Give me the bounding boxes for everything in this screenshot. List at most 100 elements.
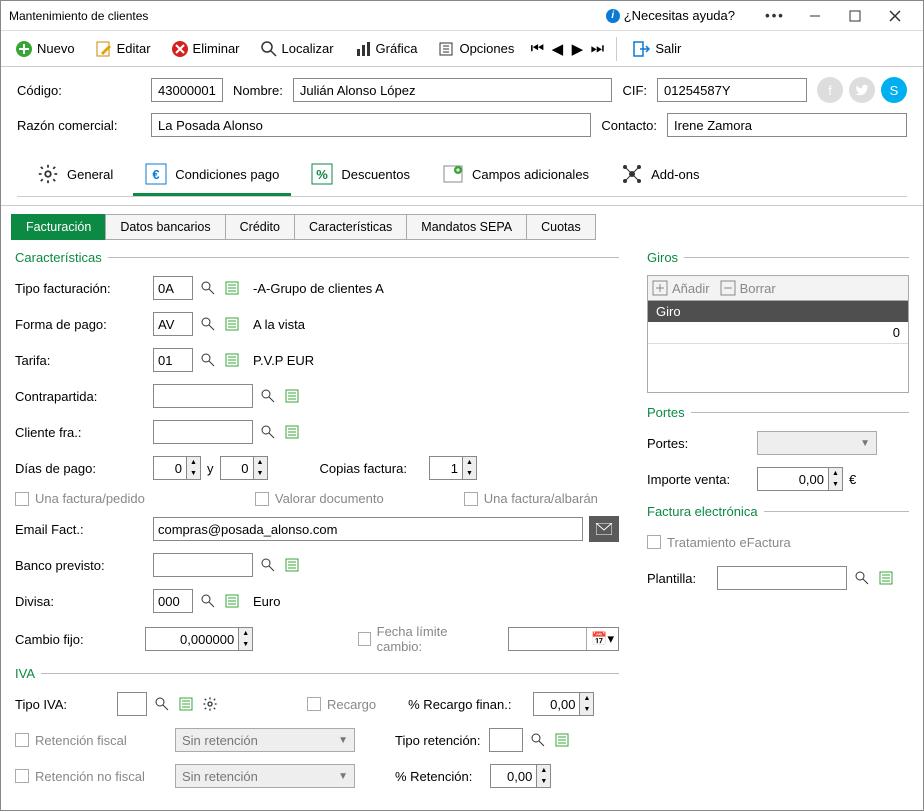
calendar-icon[interactable]: 📅▾ bbox=[586, 628, 618, 650]
cambio-fijo-input[interactable]: ▲▼ bbox=[145, 627, 253, 651]
minimize-button[interactable] bbox=[795, 2, 835, 30]
copias-input[interactable]: ▲▼ bbox=[429, 456, 477, 480]
plantilla-label: Plantilla: bbox=[647, 571, 717, 586]
note-icon[interactable] bbox=[223, 592, 241, 610]
contacto-input[interactable] bbox=[667, 113, 907, 137]
note-icon[interactable] bbox=[553, 731, 571, 749]
dias2-input[interactable]: ▲▼ bbox=[220, 456, 268, 480]
search-icon[interactable] bbox=[199, 351, 217, 369]
note-icon[interactable] bbox=[223, 351, 241, 369]
note-icon[interactable] bbox=[223, 279, 241, 297]
search-icon[interactable] bbox=[199, 592, 217, 610]
fecha-limite-checkbox[interactable]: Fecha límite cambio: bbox=[358, 624, 487, 654]
tab-general[interactable]: General bbox=[25, 155, 125, 196]
search-icon[interactable] bbox=[199, 315, 217, 333]
nav-last-button[interactable]: ⏭ bbox=[588, 40, 606, 58]
search-icon[interactable] bbox=[259, 556, 277, 574]
divisa-input[interactable] bbox=[153, 589, 193, 613]
note-icon[interactable] bbox=[283, 556, 301, 574]
una-factura-albaran-checkbox[interactable]: Una factura/albarán bbox=[464, 491, 598, 506]
opciones-button[interactable]: Opciones bbox=[431, 36, 520, 62]
eliminar-button[interactable]: Eliminar bbox=[165, 36, 246, 62]
twitter-icon[interactable] bbox=[849, 77, 875, 103]
recargo-finan-input[interactable]: ▲▼ bbox=[533, 692, 594, 716]
add-row-icon bbox=[652, 280, 668, 296]
subtab-facturacion[interactable]: Facturación bbox=[11, 214, 106, 240]
plantilla-input[interactable] bbox=[717, 566, 847, 590]
editar-button[interactable]: Editar bbox=[89, 36, 157, 62]
cif-input[interactable] bbox=[657, 78, 807, 102]
email-button[interactable] bbox=[589, 516, 619, 542]
note-icon[interactable] bbox=[177, 695, 195, 713]
nav-first-button[interactable]: ⏮ bbox=[528, 40, 546, 58]
giros-title: Giros bbox=[647, 250, 909, 265]
tipo-facturacion-input[interactable] bbox=[153, 276, 193, 300]
help-link[interactable]: i ¿Necesitas ayuda? bbox=[606, 8, 735, 23]
retencion-no-fiscal-checkbox[interactable]: Retención no fiscal bbox=[15, 769, 175, 784]
eliminar-label: Eliminar bbox=[193, 41, 240, 56]
banco-previsto-input[interactable] bbox=[153, 553, 253, 577]
more-icon[interactable]: ••• bbox=[755, 2, 795, 30]
recargo-checkbox[interactable]: Recargo bbox=[307, 697, 376, 712]
pct-retencion-input[interactable]: ▲▼ bbox=[490, 764, 551, 788]
retencion-no-fiscal-select[interactable]: Sin retención▼ bbox=[175, 764, 355, 788]
gear-icon[interactable] bbox=[201, 695, 219, 713]
search-icon[interactable] bbox=[529, 731, 547, 749]
borrar-button[interactable]: Borrar bbox=[720, 280, 776, 296]
search-icon[interactable] bbox=[259, 387, 277, 405]
tarifa-input[interactable] bbox=[153, 348, 193, 372]
importe-venta-input[interactable]: ▲▼ bbox=[757, 467, 843, 491]
subtab-datos-bancarios[interactable]: Datos bancarios bbox=[105, 214, 225, 240]
search-icon[interactable] bbox=[853, 569, 871, 587]
tipo-iva-input[interactable] bbox=[117, 692, 147, 716]
note-icon[interactable] bbox=[283, 387, 301, 405]
tipo-facturacion-label: Tipo facturación: bbox=[15, 281, 153, 296]
nav-prev-button[interactable]: ◀ bbox=[548, 40, 566, 58]
dias1-input[interactable]: ▲▼ bbox=[153, 456, 201, 480]
maximize-button[interactable] bbox=[835, 2, 875, 30]
facebook-icon[interactable]: f bbox=[817, 77, 843, 103]
forma-pago-input[interactable] bbox=[153, 312, 193, 336]
tab-descuentos[interactable]: % Descuentos bbox=[299, 155, 422, 196]
grafica-button[interactable]: Gráfica bbox=[348, 36, 424, 62]
localizar-button[interactable]: Localizar bbox=[254, 36, 340, 62]
search-icon[interactable] bbox=[199, 279, 217, 297]
close-button[interactable] bbox=[875, 2, 915, 30]
cliente-fra-input[interactable] bbox=[153, 420, 253, 444]
search-icon[interactable] bbox=[153, 695, 171, 713]
razon-label: Razón comercial: bbox=[17, 118, 141, 133]
skype-icon[interactable]: S bbox=[881, 77, 907, 103]
nav-next-button[interactable]: ▶ bbox=[568, 40, 586, 58]
tab-campos-adicionales[interactable]: Campos adicionales bbox=[430, 155, 601, 196]
subtab-credito[interactable]: Crédito bbox=[225, 214, 295, 240]
tipo-retencion-input[interactable] bbox=[489, 728, 523, 752]
subtab-caracteristicas[interactable]: Características bbox=[294, 214, 407, 240]
contrapartida-input[interactable] bbox=[153, 384, 253, 408]
retencion-fiscal-select[interactable]: Sin retención▼ bbox=[175, 728, 355, 752]
tab-condiciones-pago[interactable]: € Condiciones pago bbox=[133, 155, 291, 196]
svg-text:€: € bbox=[153, 167, 160, 182]
codigo-input[interactable] bbox=[151, 78, 223, 102]
email-fact-input[interactable] bbox=[153, 517, 583, 541]
valorar-documento-checkbox[interactable]: Valorar documento bbox=[255, 491, 384, 506]
note-icon[interactable] bbox=[283, 423, 301, 441]
nuevo-button[interactable]: Nuevo bbox=[9, 36, 81, 62]
nombre-input[interactable] bbox=[293, 78, 613, 102]
subtab-cuotas[interactable]: Cuotas bbox=[526, 214, 596, 240]
cif-label: CIF: bbox=[622, 83, 647, 98]
retencion-fiscal-checkbox[interactable]: Retención fiscal bbox=[15, 733, 175, 748]
note-icon[interactable] bbox=[877, 569, 895, 587]
portes-select[interactable]: ▼ bbox=[757, 431, 877, 455]
note-icon[interactable] bbox=[223, 315, 241, 333]
giros-grid[interactable]: Giro 0 bbox=[647, 301, 909, 393]
anadir-button[interactable]: Añadir bbox=[652, 280, 710, 296]
tab-addons[interactable]: Add-ons bbox=[609, 155, 711, 196]
info-icon: i bbox=[606, 9, 620, 23]
search-icon[interactable] bbox=[259, 423, 277, 441]
fecha-limite-input[interactable]: 📅▾ bbox=[508, 627, 619, 651]
subtab-mandatos-sepa[interactable]: Mandatos SEPA bbox=[406, 214, 527, 240]
razon-input[interactable] bbox=[151, 113, 591, 137]
salir-button[interactable]: Salir bbox=[627, 36, 687, 62]
tratamiento-efactura-checkbox[interactable]: Tratamiento eFactura bbox=[647, 535, 791, 550]
una-factura-pedido-checkbox[interactable]: Una factura/pedido bbox=[15, 491, 145, 506]
